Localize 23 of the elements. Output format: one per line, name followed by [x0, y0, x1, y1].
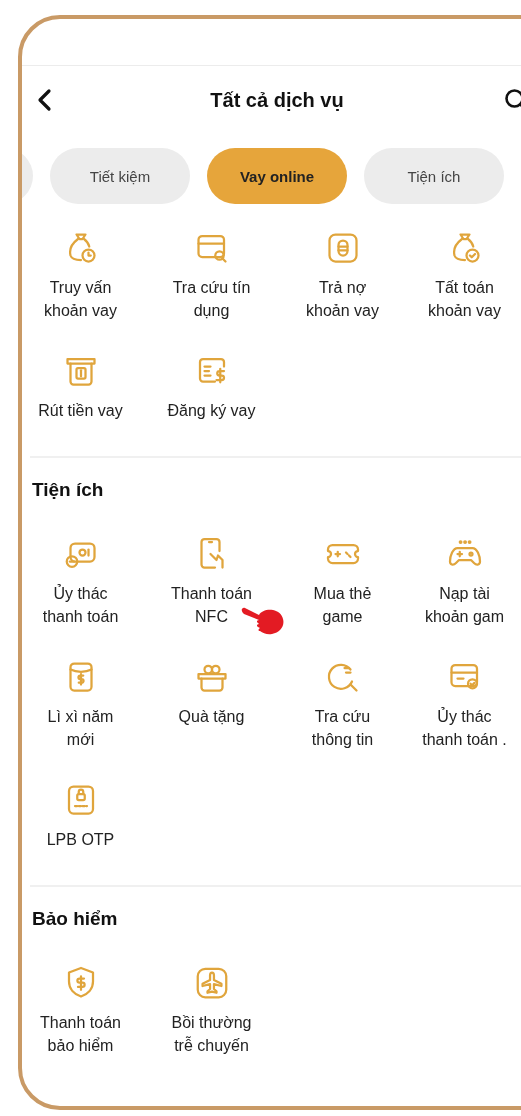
service-item[interactable]: Ủy thác thanh toán — [22, 536, 146, 628]
service-item[interactable]: Lì xì năm mới — [22, 659, 146, 751]
service-item[interactable]: Mua thẻ game — [277, 536, 408, 628]
category-tab[interactable]: Tiết kiệm — [50, 148, 190, 204]
service-item[interactable]: Tra cứu tín dụng — [146, 230, 277, 322]
service-item[interactable]: Quà tặng — [146, 659, 277, 728]
service-item[interactable]: LPB OTP — [22, 782, 146, 851]
service-item[interactable]: Ủy thác thanh toán . — [408, 659, 521, 751]
category-tab[interactable]: Vay online — [207, 148, 347, 204]
service-item[interactable]: Trả nợ khoản vay — [277, 230, 408, 322]
service-item[interactable]: Rút tiền vay — [22, 353, 146, 422]
service-item[interactable]: Truy vấn khoản vay — [22, 230, 146, 322]
service-item[interactable]: Bồi thường trễ chuyến — [146, 965, 277, 1057]
category-tab[interactable]: Tiện ích — [364, 148, 504, 204]
service-item[interactable]: Thanh toán bảo hiểm — [22, 965, 146, 1057]
service-item[interactable]: Nạp tài khoản gam — [408, 536, 521, 628]
service-item[interactable]: Thanh toán NFC — [146, 536, 277, 628]
page-title: Tất cả dịch vụ — [210, 88, 344, 112]
section-title: Bảo hiểm — [32, 907, 119, 931]
section-title: Tiện ích — [32, 478, 105, 502]
service-item[interactable]: Đăng ký vay — [146, 353, 277, 422]
service-item[interactable]: Tra cứu thông tin — [277, 659, 408, 751]
service-item[interactable]: Tất toán khoản vay — [408, 230, 521, 322]
